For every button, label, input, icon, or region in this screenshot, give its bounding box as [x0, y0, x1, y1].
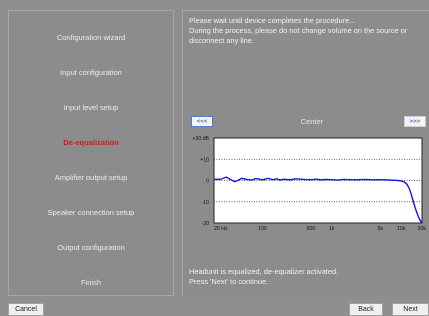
step-output-configuration[interactable]: Output configuration	[9, 243, 173, 252]
cancel-button[interactable]: Cancel	[8, 303, 44, 316]
x-tick-label: 10k	[397, 226, 406, 232]
step-amplifier-output-setup[interactable]: Amplifier output setup	[9, 173, 173, 182]
step-input-level-setup[interactable]: Input level setup	[9, 103, 173, 112]
x-tick-label: 500	[307, 226, 316, 232]
y-tick-label: -10	[202, 200, 210, 206]
y-tick-label: +20 dB	[192, 136, 209, 142]
y-tick-label: 0	[206, 179, 209, 185]
x-tick-label: 20k	[418, 226, 427, 232]
status-message-line-2: During the process, please do not change…	[189, 26, 408, 35]
step-speaker-connection-setup[interactable]: Speaker connection setup	[9, 208, 173, 217]
next-button[interactable]: Next	[392, 303, 429, 316]
step-de-equalization[interactable]: De-equalization	[9, 138, 173, 147]
x-tick-label: 1k	[329, 226, 335, 232]
result-message-line-2: Press 'Next' to continue.	[189, 277, 269, 286]
band-label: Center	[300, 117, 324, 126]
y-tick-label: -20	[202, 221, 210, 227]
x-tick-label: 20 Hz	[214, 226, 228, 232]
status-message-line-1: Please wait until device completes the p…	[189, 16, 356, 25]
step-finish[interactable]: Finish	[9, 278, 173, 287]
y-tick-label: +10	[200, 157, 209, 163]
step-configuration-wizard[interactable]: Configuration wizard	[9, 33, 173, 42]
next-band-button[interactable]: >>>	[404, 116, 426, 127]
wizard-steps-panel: Configuration wizard Input configuration…	[8, 10, 174, 296]
step-input-configuration[interactable]: Input configuration	[9, 68, 173, 77]
previous-band-button[interactable]: <<<	[191, 116, 213, 127]
eq-response-chart: +20 dB +10 0 -10 -20 20 Hz 100 500 1k 5k 10k 20k	[192, 136, 427, 232]
back-button[interactable]: Back	[349, 303, 383, 316]
result-message-line-1: Headunit is equalized, de-equalizer acti…	[189, 267, 339, 276]
x-tick-label: 100	[258, 226, 267, 232]
x-tick-label: 5k	[378, 226, 384, 232]
status-message-line-3: disconnect any line.	[189, 36, 254, 45]
